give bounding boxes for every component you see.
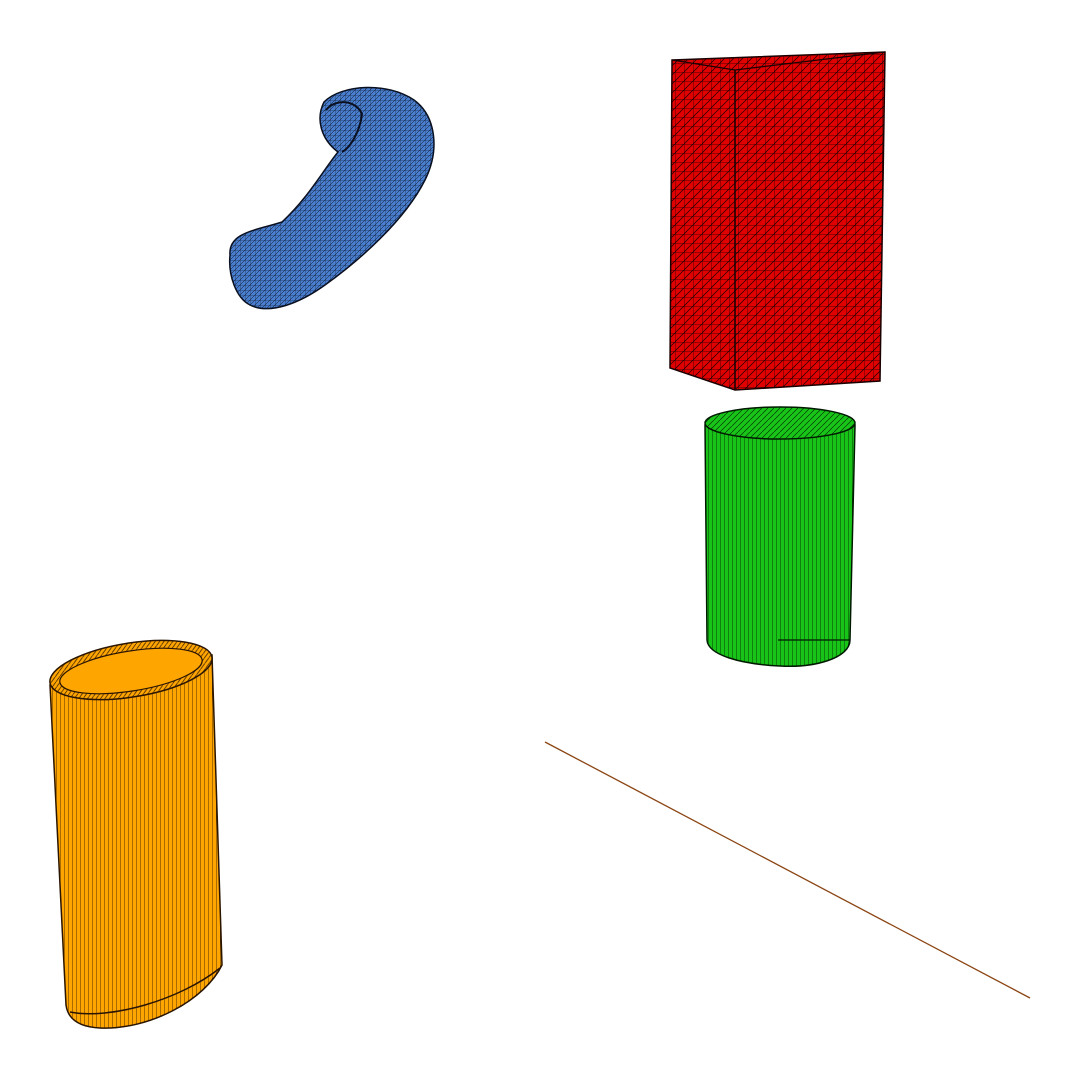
hollow-tube-mesh <box>49 639 223 1029</box>
line-segment <box>544 741 1031 999</box>
torus-segment-mesh <box>228 86 435 310</box>
box-mesh <box>669 51 886 391</box>
cylinder-mesh <box>704 406 856 667</box>
mesh-scene <box>49 51 1031 1029</box>
